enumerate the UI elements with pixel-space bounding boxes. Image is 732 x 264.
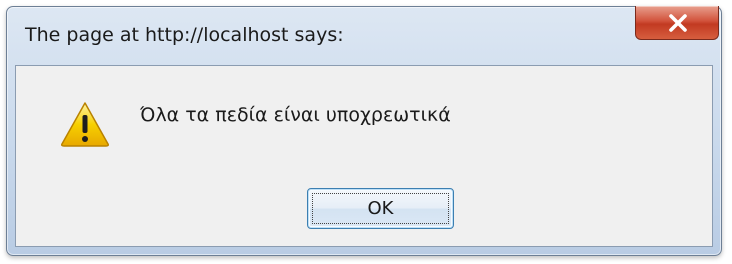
alert-dialog: The page at http://localhost says: Όλα τ… xyxy=(6,6,722,256)
dialog-body: Όλα τα πεδία είναι υποχρεωτικά OK xyxy=(15,65,713,247)
close-icon xyxy=(669,14,687,32)
ok-button-label: OK xyxy=(367,198,394,219)
warning-icon xyxy=(61,102,109,147)
title-bar[interactable]: The page at http://localhost says: xyxy=(7,6,721,65)
dialog-message: Όλα τα πεδία είναι υποχρεωτικά xyxy=(140,104,451,126)
ok-button[interactable]: OK xyxy=(307,188,454,229)
dialog-title: The page at http://localhost says: xyxy=(25,24,344,46)
close-button[interactable] xyxy=(635,6,719,40)
